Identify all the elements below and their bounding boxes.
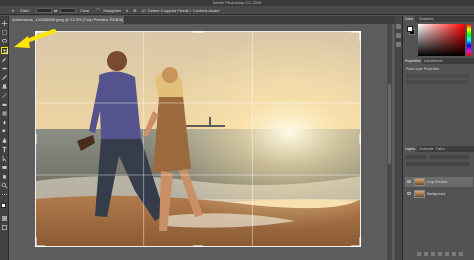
info-icon[interactable]	[396, 42, 401, 47]
layer-thumbnail	[414, 190, 425, 198]
pixel-layer-properties-label: Pixel Layer Properties	[406, 67, 440, 71]
layers-panel-tabs: Layers Channels Paths	[403, 146, 474, 152]
lock-row[interactable]	[406, 162, 469, 166]
color-panel-foreground-swatch[interactable]	[407, 26, 413, 32]
scrollbar-thumb[interactable]	[388, 84, 391, 164]
eraser-tool-icon[interactable]	[1, 101, 8, 108]
layer-row[interactable]: Crop Preview	[405, 177, 473, 187]
tools-panel	[0, 16, 9, 260]
layer-filter-dropdown[interactable]	[406, 155, 426, 159]
more-tools-icon[interactable]	[1, 191, 8, 198]
photo-crop-preview[interactable]	[35, 31, 361, 247]
lighthouse	[209, 117, 211, 126]
visibility-eye-icon[interactable]	[407, 192, 411, 195]
options-bar: ▾ Ratio ⇄ Clear ⌒ Straighten # ⚙ ☑ Delet…	[0, 6, 474, 15]
properties-panel-tabs: Properties Adjustments	[403, 58, 474, 64]
layer-row[interactable]: Background	[405, 189, 473, 199]
type-tool-icon[interactable]	[1, 146, 8, 153]
layer-name: Crop Preview	[427, 180, 448, 184]
delete-cropped-label: Delete Cropped Pixels	[148, 8, 188, 13]
pen-tool-icon[interactable]	[1, 137, 8, 144]
crop-tool-icon[interactable]	[1, 47, 9, 55]
properties-field	[406, 74, 470, 78]
vertical-scrollbar[interactable]	[387, 24, 392, 260]
clone-stamp-icon[interactable]	[1, 83, 8, 90]
swap-icon[interactable]: ⇄	[54, 7, 57, 14]
tab-adjustments[interactable]: Adjustments	[422, 58, 445, 64]
canvas-area[interactable]	[9, 24, 394, 260]
dodge-tool-icon[interactable]	[1, 128, 8, 135]
adjustment-layer-icon[interactable]	[438, 252, 442, 256]
eyedropper-tool-icon[interactable]	[1, 56, 8, 63]
crop-tool-options-icon[interactable]: ▾	[12, 7, 14, 14]
layer-name: Background	[427, 192, 446, 196]
straighten-button[interactable]: Straighten	[103, 7, 121, 14]
delete-cropped-checkbox[interactable]: ☑	[142, 7, 146, 14]
history-icon[interactable]	[396, 24, 401, 29]
hand-tool-icon[interactable]	[1, 173, 8, 180]
mask-icon[interactable]	[431, 252, 435, 256]
fx-icon[interactable]	[424, 252, 428, 256]
history-brush-icon[interactable]	[1, 92, 8, 99]
healing-brush-icon[interactable]	[1, 65, 8, 72]
blend-mode-dropdown[interactable]	[429, 155, 469, 159]
right-panels: Color Swatches Properties Adjustments Pi…	[402, 16, 474, 260]
photoshop-window: Adobe Photoshop CC 2018 ▾ Ratio ⇄ Clear …	[0, 0, 474, 260]
grid-overlay-icon[interactable]: #	[126, 7, 128, 14]
tab-properties[interactable]: Properties	[403, 58, 423, 64]
yellow-arrow-annotation	[14, 29, 56, 48]
straighten-icon[interactable]: ⌒	[96, 7, 100, 14]
content-aware-checkbox[interactable]: ☐	[187, 7, 191, 14]
new-layer-icon[interactable]	[452, 252, 456, 256]
color-picker-field[interactable]	[418, 24, 465, 56]
lasso-tool-icon[interactable]	[1, 38, 8, 45]
visibility-eye-icon[interactable]	[407, 180, 411, 183]
brush-tool-icon[interactable]	[1, 74, 8, 81]
link-layers-icon[interactable]	[417, 252, 421, 256]
layer-thumbnail	[414, 178, 425, 186]
move-tool-icon[interactable]	[1, 20, 8, 27]
settings-gear-icon[interactable]: ⚙	[133, 7, 137, 14]
gradient-tool-icon[interactable]	[1, 110, 8, 117]
group-folder-icon[interactable]	[445, 252, 449, 256]
ratio-dropdown[interactable]: Ratio	[20, 7, 29, 14]
document-tab[interactable]: Adobestock_134256659.jpeg @ 33.3% (Crop …	[9, 16, 124, 24]
quick-mask-icon[interactable]	[1, 215, 8, 222]
properties-field	[406, 80, 470, 84]
color-panel-tabs: Color Swatches	[403, 16, 474, 22]
libraries-icon[interactable]	[396, 33, 401, 38]
tab-layers[interactable]: Layers	[403, 146, 418, 152]
tab-paths[interactable]: Paths	[434, 146, 447, 152]
zoom-tool-icon[interactable]	[1, 182, 8, 189]
blur-tool-icon[interactable]	[1, 119, 8, 126]
tab-channels[interactable]: Channels	[417, 146, 435, 152]
pier	[185, 125, 225, 127]
content-aware-label: Content-Aware	[193, 8, 220, 13]
clear-button[interactable]: Clear	[80, 7, 90, 14]
trash-icon[interactable]	[459, 252, 463, 256]
marquee-tool-icon[interactable]	[1, 29, 8, 36]
hue-slider[interactable]	[467, 24, 471, 56]
layers-bottom-bar	[417, 252, 467, 257]
document-tab-bar: Adobestock_134256659.jpeg @ 33.3% (Crop …	[9, 16, 401, 24]
foreground-color-swatch[interactable]	[1, 203, 6, 208]
path-selection-icon[interactable]	[1, 155, 8, 162]
panel-icon-strip	[395, 16, 402, 260]
ratio-width-field[interactable]	[36, 8, 52, 13]
rectangle-tool-icon[interactable]	[1, 164, 8, 171]
tab-color[interactable]: Color	[403, 16, 416, 22]
tab-swatches[interactable]: Swatches	[417, 16, 436, 22]
ratio-height-field[interactable]	[60, 8, 76, 13]
screen-mode-icon[interactable]	[1, 224, 8, 231]
